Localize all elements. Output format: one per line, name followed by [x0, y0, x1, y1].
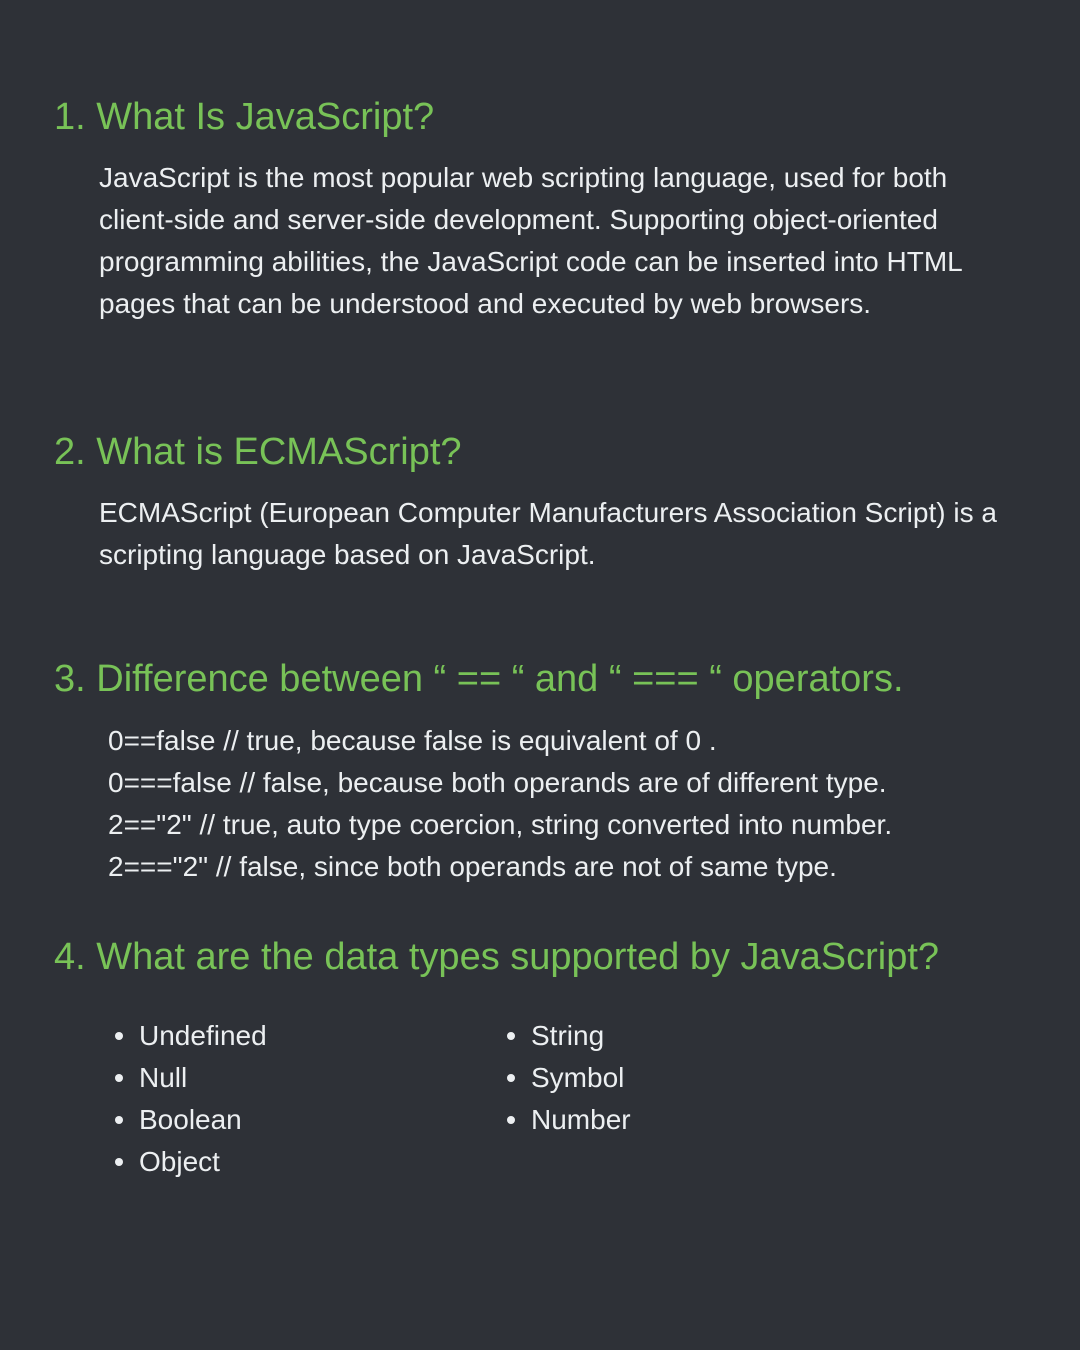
bullet-icon	[115, 1073, 123, 1082]
bullet-icon	[507, 1031, 515, 1040]
heading-what-is-javascript: 1. What Is JavaScript?	[54, 96, 435, 138]
operator-example-line: 2==="2" // false, since both operands ar…	[108, 851, 837, 882]
data-types-list-left: Undefined Null Boolean Object	[115, 1015, 267, 1183]
data-type-item: Null	[115, 1057, 267, 1099]
data-types-list-right: String Symbol Number	[507, 1015, 631, 1141]
data-type-label: String	[531, 1020, 605, 1051]
operator-example-line: 2=="2" // true, auto type coercion, stri…	[108, 809, 893, 840]
data-type-item: Boolean	[115, 1099, 267, 1141]
data-type-item: String	[507, 1015, 631, 1057]
data-type-item: Object	[115, 1141, 267, 1183]
data-type-label: Boolean	[139, 1104, 242, 1135]
bullet-icon	[115, 1157, 123, 1166]
bullet-icon	[115, 1115, 123, 1124]
heading-what-is-ecmascript: 2. What is ECMAScript?	[54, 431, 462, 473]
operator-example-line: 0===false // false, because both operand…	[108, 767, 887, 798]
operator-example-line: 0==false // true, because false is equiv…	[108, 725, 717, 756]
operator-examples-list: 0==false // true, because false is equiv…	[108, 720, 892, 888]
data-type-label: Symbol	[531, 1062, 625, 1093]
data-type-label: Null	[139, 1062, 188, 1093]
data-type-item: Undefined	[115, 1015, 267, 1057]
data-type-label: Object	[139, 1146, 220, 1177]
data-type-label: Undefined	[139, 1020, 267, 1051]
data-type-item: Symbol	[507, 1057, 631, 1099]
bullet-icon	[507, 1115, 515, 1124]
bullet-icon	[115, 1031, 123, 1040]
heading-data-types: 4. What are the data types supported by …	[54, 936, 940, 978]
data-type-item: Number	[507, 1099, 631, 1141]
paragraph-javascript-definition: JavaScript is the most popular web scrip…	[99, 162, 962, 319]
bullet-icon	[507, 1073, 515, 1082]
paragraph-ecmascript-definition: ECMAScript (European Computer Manufactur…	[99, 497, 997, 570]
heading-equality-operators: 3. Difference between “ == “ and “ === “…	[54, 658, 904, 700]
data-type-label: Number	[531, 1104, 631, 1135]
